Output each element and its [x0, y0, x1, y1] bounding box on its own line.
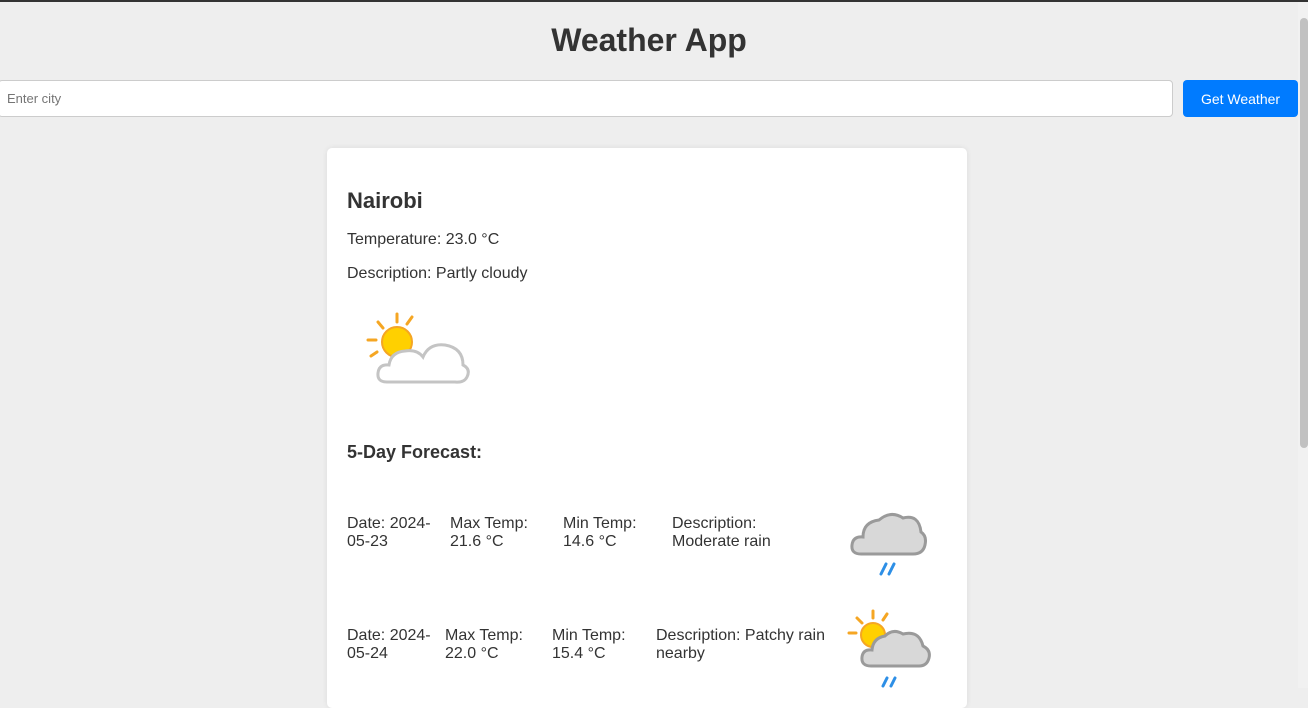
patchy-rain-icon: [847, 609, 931, 688]
forecast-min-temp: Min Temp: 15.4 °C: [552, 627, 626, 662]
moderate-rain-icon: [850, 513, 927, 576]
forecast-max-temp: Max Temp: 22.0 °C: [445, 627, 523, 662]
forecast-date: Date: 2024- 05-24: [347, 627, 431, 662]
current-temperature: Temperature: 23.0 °C: [347, 231, 500, 248]
current-description: Description: Partly cloudy: [347, 265, 528, 282]
city-search-input[interactable]: [0, 80, 1173, 117]
forecast-heading: 5-Day Forecast:: [347, 442, 483, 462]
city-name: Nairobi: [347, 188, 423, 213]
partly-cloudy-icon: [366, 312, 470, 384]
forecast-min-temp: Min Temp: 14.6 °C: [563, 515, 637, 550]
weather-card: Nairobi Temperature: 23.0 °C Description…: [327, 148, 967, 708]
forecast-description: Description: Moderate rain: [672, 515, 771, 550]
get-weather-button[interactable]: Get Weather: [1183, 80, 1298, 117]
page-title: Weather App: [551, 22, 747, 58]
window-top-border: [0, 0, 1308, 2]
forecast-description: Description: Patchy rain nearby: [656, 627, 825, 662]
scrollbar-thumb[interactable]: [1300, 18, 1308, 448]
forecast-date: Date: 2024- 05-23: [347, 515, 431, 550]
forecast-max-temp: Max Temp: 21.6 °C: [450, 515, 528, 550]
